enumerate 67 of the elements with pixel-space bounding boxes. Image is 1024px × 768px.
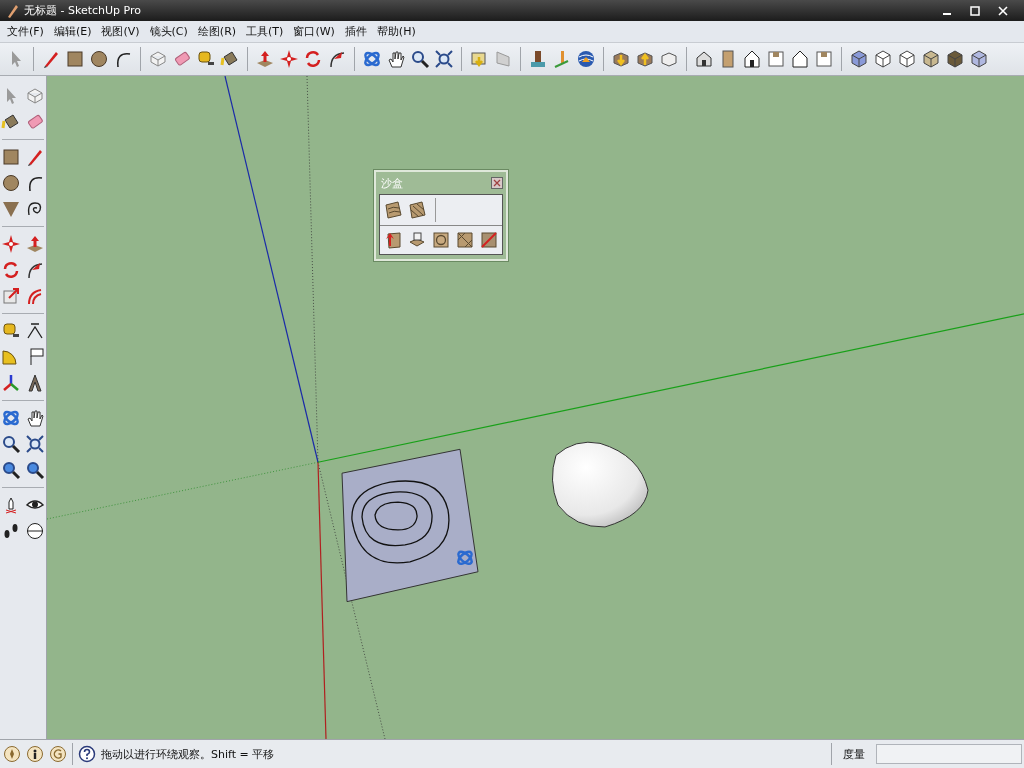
zoom-icon[interactable] xyxy=(410,49,430,69)
wireframe-cube-icon[interactable] xyxy=(873,49,893,69)
axes-icon[interactable] xyxy=(1,373,21,393)
iso-house-icon[interactable] xyxy=(694,49,714,69)
box-outline-icon[interactable] xyxy=(659,49,679,69)
menu-item[interactable]: 视图(V) xyxy=(96,24,145,39)
menu-item[interactable]: 编辑(E) xyxy=(48,24,97,39)
terrain-scratch-icon[interactable] xyxy=(407,200,427,220)
scale-icon[interactable] xyxy=(1,286,21,306)
rectangle-icon[interactable] xyxy=(65,49,85,69)
textured-cube-icon[interactable] xyxy=(945,49,965,69)
pan-hand-icon[interactable] xyxy=(386,49,406,69)
terrain-mesh-drawing[interactable] xyxy=(341,448,479,603)
section-plane-icon[interactable] xyxy=(25,521,45,541)
follow-me-icon[interactable] xyxy=(25,260,45,280)
follow-me-icon[interactable] xyxy=(327,49,347,69)
circle-icon[interactable] xyxy=(1,173,21,193)
move-icon[interactable] xyxy=(279,49,299,69)
menu-item[interactable]: 工具(T) xyxy=(241,24,289,39)
orbit-icon[interactable] xyxy=(362,49,382,69)
menu-item[interactable]: 插件 xyxy=(339,24,372,39)
rectangle-icon[interactable] xyxy=(1,147,21,167)
polygon-icon[interactable] xyxy=(1,199,21,219)
wireframe-box-icon[interactable] xyxy=(148,49,168,69)
status-hint: 拖动以进行环绕观察。Shift = 平移 xyxy=(101,746,275,762)
push-pull-icon[interactable] xyxy=(25,234,45,254)
panel-title: 沙盒 xyxy=(380,175,403,191)
upload-box-icon[interactable] xyxy=(635,49,655,69)
flip-edge-icon[interactable] xyxy=(479,230,499,250)
window-title: 无标题 - SketchUp Pro xyxy=(24,3,141,18)
zoom-extents-icon[interactable] xyxy=(25,434,45,454)
measurements-label: 度量 xyxy=(842,746,866,762)
download-box-icon[interactable] xyxy=(611,49,631,69)
menu-item[interactable]: 镜头(C) xyxy=(144,24,193,39)
pencil-app-icon xyxy=(6,3,18,18)
xray-cube-icon[interactable] xyxy=(849,49,869,69)
measurements-field[interactable] xyxy=(876,744,1022,764)
hidden-line-cube-icon[interactable] xyxy=(897,49,917,69)
terrain-contours-icon[interactable] xyxy=(383,200,403,220)
shaded-cube-icon[interactable] xyxy=(921,49,941,69)
pan-hand-icon[interactable] xyxy=(25,408,45,428)
push-pull-icon[interactable] xyxy=(255,49,275,69)
menu-item[interactable]: 窗口(W) xyxy=(288,24,340,39)
house-outline-icon[interactable] xyxy=(790,49,810,69)
house-front-icon[interactable] xyxy=(742,49,762,69)
orbit-icon[interactable] xyxy=(1,408,21,428)
rotate-icon[interactable] xyxy=(1,260,21,280)
help-icon[interactable] xyxy=(78,745,96,763)
maximize-icon[interactable] xyxy=(970,5,980,16)
pencil-icon[interactable] xyxy=(41,49,61,69)
monochrome-cube-icon[interactable] xyxy=(969,49,989,69)
menu-item[interactable]: 帮助(H) xyxy=(371,24,421,39)
3d-text-icon[interactable] xyxy=(25,373,45,393)
circle-icon[interactable] xyxy=(89,49,109,69)
move-icon[interactable] xyxy=(1,234,21,254)
globe-icon[interactable] xyxy=(576,49,596,69)
menu-item[interactable]: 文件(F) xyxy=(2,24,49,39)
sculpted-surface-drawing[interactable] xyxy=(551,441,649,528)
pencil-icon[interactable] xyxy=(25,147,45,167)
menu-item[interactable]: 绘图(R) xyxy=(192,24,242,39)
rotate-icon[interactable] xyxy=(303,49,323,69)
import-icon[interactable] xyxy=(469,49,489,69)
orbit-cursor-icon xyxy=(457,550,473,566)
drape-icon[interactable] xyxy=(431,230,451,250)
zoom-icon[interactable] xyxy=(1,434,21,454)
zoom-extents-icon[interactable] xyxy=(434,49,454,69)
wireframe-box-icon[interactable] xyxy=(25,86,45,106)
